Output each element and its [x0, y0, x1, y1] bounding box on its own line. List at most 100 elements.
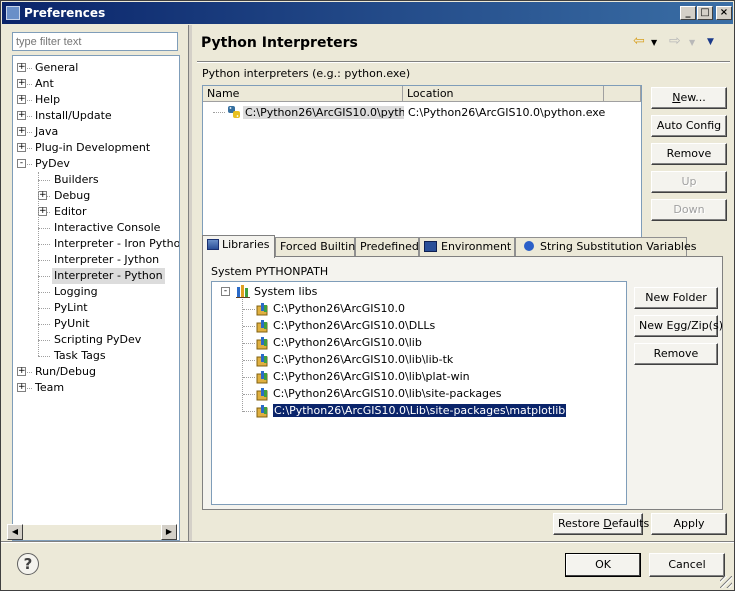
- expand-icon[interactable]: +: [38, 207, 47, 216]
- tree-item[interactable]: + Java: [13, 124, 179, 140]
- title-bar[interactable]: Preferences _ □ ×: [2, 2, 733, 24]
- remove-lib-button[interactable]: Remove: [634, 343, 718, 365]
- tree-item[interactable]: + Ant: [13, 76, 179, 92]
- new-folder-button[interactable]: New Folder: [634, 287, 718, 309]
- tree-line: [243, 411, 255, 412]
- interpreters-table[interactable]: Name Location C:\Python26\ArcGIS10.0\pyt…: [202, 85, 642, 251]
- library-path-label: C:\Python26\ArcGIS10.0\lib: [273, 336, 422, 349]
- back-icon[interactable]: ⇦: [633, 33, 645, 49]
- scroll-left-icon[interactable]: ◀: [7, 524, 23, 540]
- new-interpreter-button[interactable]: New...: [651, 87, 727, 109]
- minimize-button[interactable]: _: [680, 6, 696, 20]
- tree-line: [38, 324, 50, 325]
- tree-line: [27, 148, 32, 149]
- tab-string-substitution[interactable]: String Substitution Variables: [515, 237, 696, 257]
- tree-line: [38, 292, 50, 293]
- tree-line: [38, 356, 50, 357]
- column-header-name[interactable]: Name: [203, 86, 403, 102]
- tree-line: [27, 68, 32, 69]
- library-folder-icon: [256, 405, 268, 418]
- tree-item-label: Plug-in Development: [35, 141, 151, 154]
- tree-line: [243, 326, 255, 327]
- pythonpath-tree[interactable]: - System libs C:\Python26\ArcGIS10.0 C:\P…: [211, 281, 627, 505]
- tab-predefined[interactable]: Predefined: [355, 237, 419, 257]
- filter-input[interactable]: [12, 32, 178, 51]
- panel-sash[interactable]: [188, 25, 192, 541]
- tree-item[interactable]: + Run/Debug: [13, 364, 179, 380]
- up-button[interactable]: Up: [651, 171, 727, 193]
- footer-separator: [1, 541, 734, 543]
- expand-icon[interactable]: +: [17, 367, 26, 376]
- app-icon: [6, 6, 20, 20]
- libraries-tab-body: System PYTHONPATH - System libs C:\Pytho…: [202, 256, 723, 510]
- expand-icon[interactable]: +: [17, 383, 26, 392]
- resize-grip[interactable]: [720, 576, 732, 588]
- forward-menu-icon[interactable]: ▼: [689, 38, 695, 47]
- tree-line: [243, 309, 255, 310]
- back-menu-icon[interactable]: ▼: [651, 38, 657, 47]
- library-path-item[interactable]: C:\Python26\ArcGIS10.0\DLLs: [273, 317, 435, 334]
- library-path-item[interactable]: C:\Python26\ArcGIS10.0\lib\plat-win: [273, 368, 470, 385]
- collapse-icon[interactable]: -: [17, 159, 26, 168]
- tree-item-label: PyUnit: [54, 317, 90, 330]
- tree-line: [27, 84, 32, 85]
- library-folder-icon: [256, 388, 268, 401]
- expand-icon[interactable]: +: [17, 95, 26, 104]
- maximize-button[interactable]: □: [697, 6, 713, 20]
- down-button[interactable]: Down: [651, 199, 727, 221]
- auto-config-button[interactable]: Auto Config: [651, 115, 727, 137]
- library-path-item[interactable]: C:\Python26\ArcGIS10.0: [273, 300, 405, 317]
- tree-line: [243, 377, 255, 378]
- tab-forced-builtins[interactable]: Forced Builtins: [275, 237, 361, 257]
- window-title: Preferences: [24, 6, 106, 20]
- tree-item[interactable]: + Help: [13, 92, 179, 108]
- tree-item[interactable]: + Plug-in Development: [13, 140, 179, 156]
- tree-item[interactable]: + Team: [13, 380, 179, 396]
- python-icon: [228, 106, 240, 118]
- forward-icon[interactable]: ⇨: [669, 33, 681, 49]
- tree-horizontal-scrollbar[interactable]: ◀ ▶: [7, 524, 177, 540]
- left-panel: + General + Ant + Help + Install/Update + Java + Pl…: [7, 29, 183, 541]
- collapse-icon[interactable]: -: [221, 287, 230, 296]
- ok-button[interactable]: OK: [565, 553, 641, 577]
- tab-label: Libraries: [222, 238, 270, 251]
- library-path-item[interactable]: C:\Python26\ArcGIS10.0\Lib\site-packages…: [271, 402, 568, 419]
- library-path-label: C:\Python26\ArcGIS10.0: [273, 302, 406, 315]
- remove-interpreter-button[interactable]: Remove: [651, 143, 727, 165]
- new-egg-zip-button[interactable]: New Egg/Zip(s): [634, 315, 723, 337]
- library-path-item[interactable]: C:\Python26\ArcGIS10.0\lib\lib-tk: [273, 351, 453, 368]
- tree-item[interactable]: + General: [13, 60, 179, 76]
- apply-button[interactable]: Apply: [651, 513, 727, 535]
- library-path-item[interactable]: C:\Python26\ArcGIS10.0\lib\site-packages: [273, 385, 502, 402]
- view-menu-icon[interactable]: ▼: [707, 37, 714, 47]
- expand-icon[interactable]: +: [17, 143, 26, 152]
- library-folder-icon: [256, 303, 268, 316]
- tree-item-label: Ant: [35, 77, 54, 90]
- tree-line: [38, 276, 50, 277]
- expand-icon[interactable]: +: [17, 63, 26, 72]
- expand-icon[interactable]: +: [38, 191, 47, 200]
- tree-item-label: Interpreter - Python: [52, 268, 165, 284]
- expand-icon[interactable]: +: [17, 127, 26, 136]
- tree-item-label: Run/Debug: [35, 365, 96, 378]
- system-libs-node[interactable]: System libs: [254, 283, 317, 300]
- library-path-item[interactable]: C:\Python26\ArcGIS10.0\lib: [273, 334, 422, 351]
- cancel-button[interactable]: Cancel: [649, 553, 725, 577]
- column-header-location[interactable]: Location: [403, 86, 604, 102]
- scroll-right-icon[interactable]: ▶: [161, 524, 177, 540]
- library-path-label: C:\Python26\ArcGIS10.0\lib\lib-tk: [273, 353, 454, 366]
- tab-libraries[interactable]: Libraries: [202, 235, 275, 258]
- tree-item-label: Interpreter - Iron Python: [54, 237, 180, 250]
- tree-item-label: Logging: [54, 285, 98, 298]
- tree-item[interactable]: - PyDev: [13, 156, 179, 172]
- close-button[interactable]: ×: [716, 6, 732, 20]
- table-row[interactable]: C:\Python26\ArcGIS10.0\python C:\Python2…: [203, 104, 641, 122]
- restore-defaults-button[interactable]: Restore Defaults: [553, 513, 649, 535]
- tab-environment[interactable]: Environment: [419, 237, 515, 257]
- expand-icon[interactable]: +: [17, 111, 26, 120]
- tree-item-label: Editor: [54, 205, 87, 218]
- scroll-thumb[interactable]: [23, 524, 161, 540]
- expand-icon[interactable]: +: [17, 79, 26, 88]
- tree-item[interactable]: + Install/Update: [13, 108, 179, 124]
- help-icon[interactable]: ?: [17, 553, 39, 575]
